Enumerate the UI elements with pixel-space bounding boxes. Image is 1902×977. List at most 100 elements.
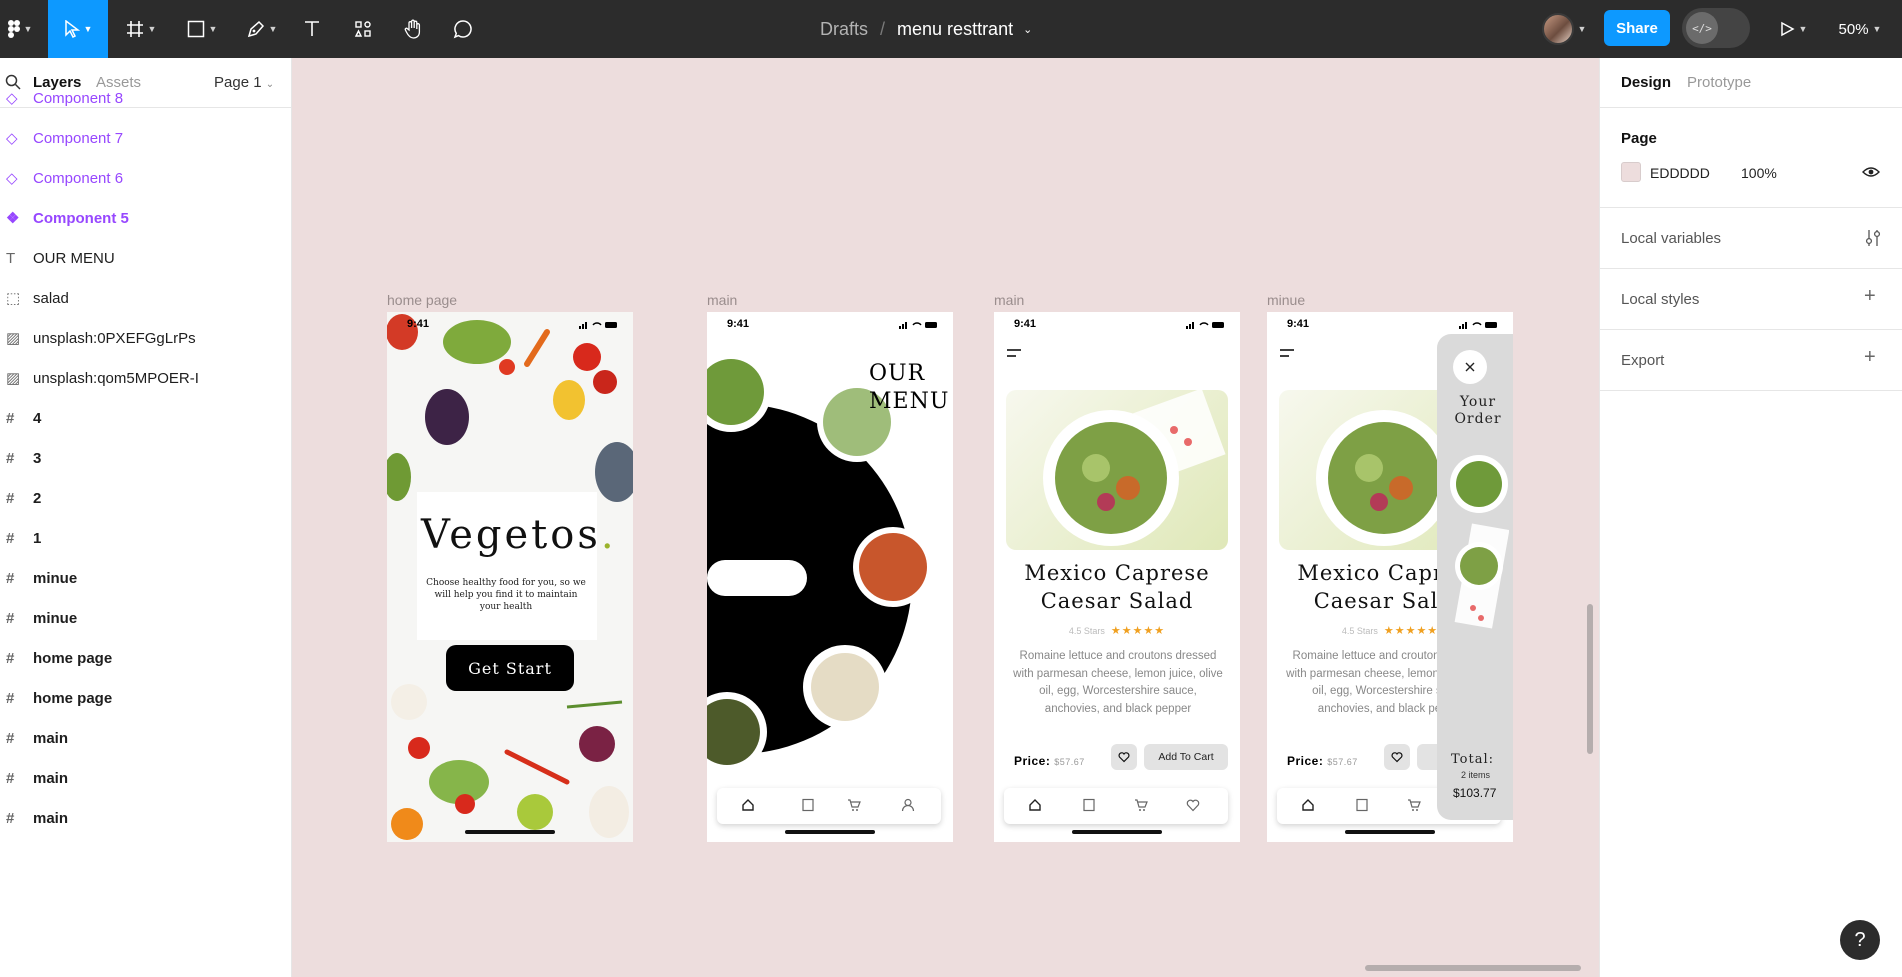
status-time: 9:41 [1014,318,1037,330]
get-start-button[interactable]: Get Start [446,645,574,691]
page-color-hex[interactable]: EDDDDD [1650,165,1710,181]
resources-tool-button[interactable] [350,0,376,58]
vertical-scrollbar[interactable] [1587,604,1593,754]
layer-row[interactable]: ▨ unsplash:0PXEFGgLrPs [0,318,292,358]
page-color-swatch[interactable] [1621,162,1641,182]
zoom-menu[interactable]: 50% ▼ [1832,0,1888,58]
signal-wifi-battery-icon [1186,322,1224,329]
layer-row[interactable]: T OUR MENU [0,238,292,278]
layers-panel: Layers Assets Page 1 ⌄ ◇ Component 8 ◇ Comp… [0,58,292,977]
home-icon[interactable] [741,798,755,812]
top-toolbar: ▼ ▼ ▼ ▼ ▼ Drafts / menu resttrant ⌄ ▼ Sh… [0,0,1902,58]
share-button[interactable]: Share [1604,10,1670,46]
file-name-title[interactable]: menu resttrant [897,19,1013,40]
pen-tool-button[interactable]: ▼ [240,0,284,58]
dish-price: Price: $57.67 [1014,754,1085,768]
frame-home-page[interactable]: 9:41 Vegetos. Choose healthy food for yo… [387,312,633,842]
layer-row[interactable]: #4 [0,398,292,438]
order-title: Your Order [1453,394,1503,428]
layer-row[interactable]: # main [0,718,292,758]
cart-icon[interactable] [1134,798,1148,812]
status-time: 9:41 [407,318,430,330]
tab-design[interactable]: Design [1621,74,1671,91]
page-color-opacity[interactable]: 100% [1741,165,1777,181]
tab-prototype[interactable]: Prototype [1687,74,1751,91]
app-title-text: Vegetos [421,512,601,558]
local-styles-section[interactable]: Local styles + [1600,269,1902,330]
price-value: $57.67 [1054,757,1085,767]
price-label: Price: [1014,754,1051,768]
layer-label: main [33,809,69,827]
layer-row[interactable]: #3 [0,438,292,478]
layer-row[interactable]: ◇ Component 6 [0,158,292,198]
frame-label-main[interactable]: main [707,292,737,308]
layer-row[interactable]: # home page [0,678,292,718]
profile-icon[interactable] [901,798,915,812]
local-variables-section[interactable]: Local variables [1600,208,1902,269]
frame-label-home-page[interactable]: home page [387,292,457,308]
comment-bubble-icon [453,20,472,39]
home-icon[interactable] [1028,798,1042,812]
hamburger-menu-icon[interactable] [1279,348,1295,358]
breadcrumb-separator: / [880,18,886,39]
layer-row[interactable]: #2 [0,478,292,518]
add-export-plus-icon[interactable]: + [1864,346,1876,369]
book-icon[interactable] [1355,798,1369,812]
frame-tool-button[interactable]: ▼ [122,0,160,58]
cart-icon[interactable] [847,798,861,812]
add-style-plus-icon[interactable]: + [1864,285,1876,308]
layer-row[interactable]: ◇ Component 7 [0,118,292,158]
main-menu-button[interactable]: ▼ [0,0,40,58]
layer-row[interactable]: # minue [0,598,292,638]
layer-row[interactable]: # home page [0,638,292,678]
present-button[interactable]: ▼ [1776,0,1810,58]
export-section[interactable]: Export + [1600,330,1902,391]
book-icon[interactable] [801,798,815,812]
frame-label-minue[interactable]: minue [1267,292,1305,308]
shape-tool-button[interactable]: ▼ [180,0,224,58]
hand-tool-button[interactable] [400,0,426,58]
breadcrumb-drafts-link[interactable]: Drafts [820,19,868,40]
design-canvas[interactable]: home page main main minue 9:41 Vegetos. … [292,58,1599,977]
text-tool-button[interactable] [300,0,324,58]
frame-label-main[interactable]: main [994,292,1024,308]
frame-minue-order[interactable]: 9:41 Mexico Caprese Caesar Salad 4.5 Sta… [1267,312,1513,842]
add-to-cart-button[interactable]: Add To Cart [1144,744,1228,770]
price-value: $57.67 [1327,757,1358,767]
cursor-arrow-icon [64,20,80,38]
home-icon[interactable] [1301,798,1315,812]
dev-mode-toggle[interactable]: </> [1682,8,1750,48]
layer-row[interactable]: ▨ unsplash:qom5MPOER-I [0,358,292,398]
frame-main-detail[interactable]: 9:41 Mexico Caprese Caesar Salad 4.5 Sta… [994,312,1240,842]
user-avatar-menu[interactable]: ▼ [1534,0,1594,58]
book-icon[interactable] [1082,798,1096,812]
favorite-button[interactable] [1384,744,1410,770]
layer-row[interactable]: ⬚ salad [0,278,292,318]
eye-visibility-icon[interactable] [1862,166,1880,178]
chevron-down-icon: ▼ [1872,24,1882,34]
horizontal-scrollbar[interactable] [1365,965,1581,971]
help-button[interactable]: ? [1840,920,1880,960]
signal-wifi-battery-icon [1459,322,1497,329]
close-order-button[interactable] [1453,350,1487,384]
comment-tool-button[interactable] [450,0,476,58]
layer-row[interactable]: # main [0,758,292,798]
page-section-title: Page [1621,130,1657,147]
page-section: Page EDDDDD 100% [1600,108,1902,208]
image-icon: ▨ [6,370,21,387]
cart-icon[interactable] [1407,798,1421,812]
chevron-down-icon[interactable]: ⌄ [1023,23,1032,36]
move-tool-button[interactable]: ▼ [48,0,108,58]
chevron-down-icon: ▼ [147,24,157,34]
layer-row[interactable]: ❖ Component 5 [0,198,292,238]
image-icon: ▨ [6,330,21,347]
layer-row[interactable]: ◇ Component 8 [0,78,292,118]
hamburger-menu-icon[interactable] [1006,348,1022,358]
layer-row[interactable]: # main [0,798,292,838]
heart-icon[interactable] [1186,798,1200,812]
layer-row[interactable]: # minue [0,558,292,598]
variables-sliders-icon[interactable] [1865,228,1881,248]
frame-main-menu[interactable]: 9:41 OUR MENU [707,312,953,842]
favorite-button[interactable] [1111,744,1137,770]
layer-row[interactable]: #1 [0,518,292,558]
